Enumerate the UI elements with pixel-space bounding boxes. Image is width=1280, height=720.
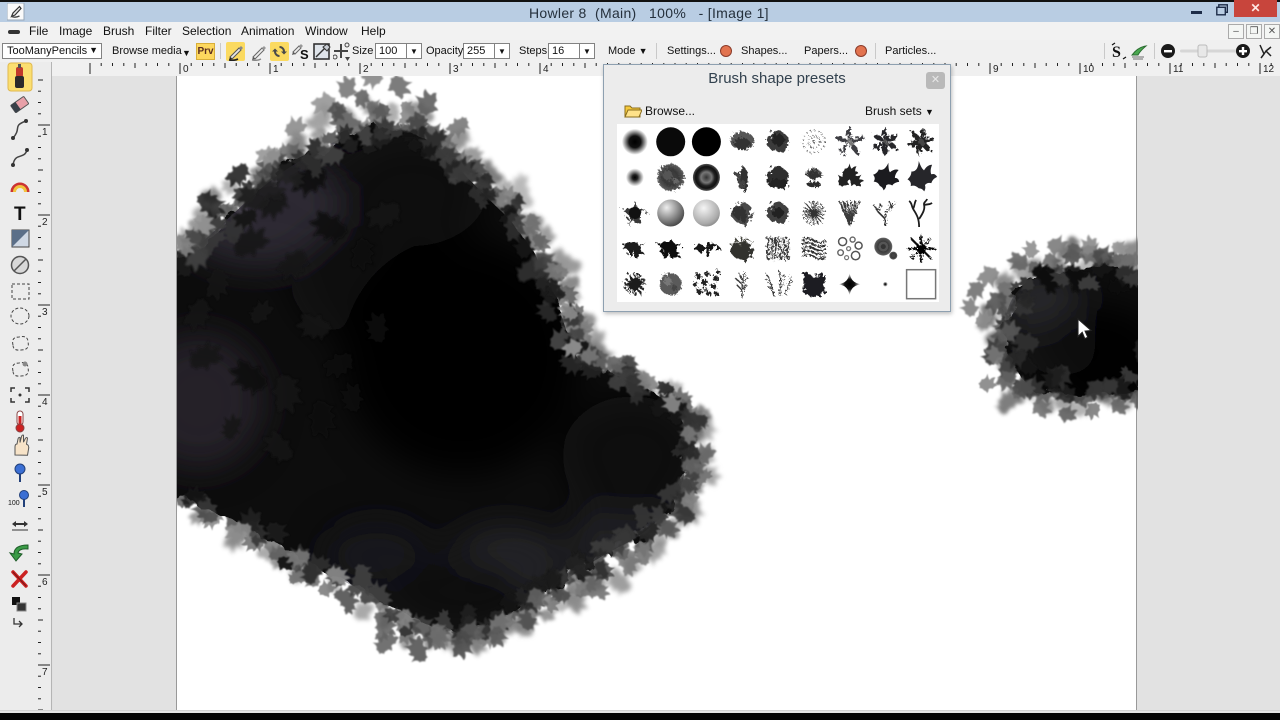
- svg-text:S: S: [300, 47, 309, 61]
- svg-text:100: 100: [8, 500, 20, 507]
- svg-text:5: 5: [42, 487, 48, 498]
- svg-text:12: 12: [1263, 64, 1275, 75]
- svg-text:2: 2: [363, 64, 369, 75]
- svg-text:0: 0: [183, 64, 189, 75]
- svg-text:7: 7: [42, 667, 48, 678]
- svg-text:T: T: [14, 204, 26, 225]
- svg-text:S: S: [1112, 44, 1121, 60]
- svg-text:6: 6: [42, 577, 48, 588]
- svg-text:10: 10: [1083, 64, 1095, 75]
- svg-text:3: 3: [42, 307, 48, 318]
- svg-text:9: 9: [993, 64, 999, 75]
- svg-text:3: 3: [453, 64, 459, 75]
- svg-text:1: 1: [42, 127, 48, 138]
- svg-text:2: 2: [42, 217, 48, 228]
- svg-text:4: 4: [543, 64, 549, 75]
- svg-text:4: 4: [42, 397, 48, 408]
- svg-text:11: 11: [1173, 64, 1184, 75]
- svg-text:1: 1: [273, 64, 279, 75]
